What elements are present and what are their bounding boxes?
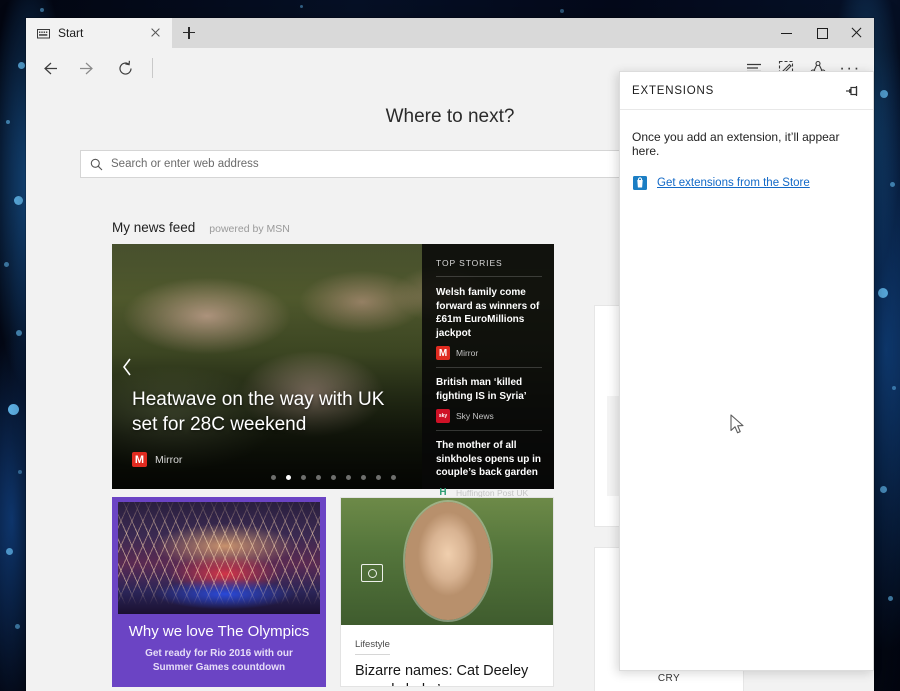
sports-team-abbr: CRY [657,673,681,684]
top-story-source-name: Huffington Post UK [456,487,529,498]
carousel-dot[interactable] [300,475,306,480]
carousel-dot[interactable] [390,475,396,480]
maximize-icon[interactable] [804,18,839,48]
top-story-source-name: Sky News [456,411,494,421]
top-story-title: Welsh family come forward as winners of … [436,287,540,339]
carousel-dot-active[interactable] [285,475,291,480]
close-icon[interactable] [148,25,164,41]
camera-icon [361,564,383,582]
lifestyle-card[interactable]: Lifestyle Bizarre names: Cat Deeley reve… [340,497,554,687]
top-story-source-name: Mirror [456,348,479,358]
new-tab-button[interactable] [172,18,206,48]
window-controls [769,18,874,48]
lifestyle-card-body: Lifestyle Bizarre names: Cat Deeley reve… [355,634,541,686]
top-stories-header: TOP STORIES [436,258,542,277]
get-extensions-from-store-link[interactable]: Get extensions from the Store [657,177,810,189]
minimize-icon[interactable] [769,18,804,48]
close-window-icon[interactable] [839,18,874,48]
lifestyle-card-title: Bizarre names: Cat Deeley reveals baby’s… [355,663,529,686]
top-story-item[interactable]: British man ‘killed fighting IS in Syria… [436,376,542,431]
carousel-dot[interactable] [315,475,321,480]
hero-headline: Heatwave on the way with UK set for 28C … [132,389,385,435]
top-story-title: British man ‘killed fighting IS in Syria… [436,377,527,402]
mirror-badge-icon: M [132,452,147,467]
lifestyle-photo [341,498,553,625]
sky-news-badge-icon: sky [436,409,450,423]
carousel-prev-icon[interactable] [114,347,140,387]
news-feed-attribution: powered by MSN [209,223,290,235]
top-story-item[interactable]: Welsh family come forward as winners of … [436,286,542,368]
back-icon[interactable] [30,51,68,85]
extensions-empty-message: Once you add an extension, it’ll appear … [632,130,840,158]
store-icon [632,175,648,191]
hero-source-name: Mirror [155,453,183,466]
extensions-header: EXTENSIONS [620,72,873,110]
carousel-dot[interactable] [270,475,276,480]
tab-title: Start [58,26,84,40]
search-icon [90,158,103,171]
carousel-dot[interactable] [345,475,351,480]
carousel-dot[interactable] [375,475,381,480]
browser-tab-start[interactable]: Start [26,18,172,48]
mirror-badge-icon: M [436,346,450,360]
refresh-icon[interactable] [106,51,144,85]
lifestyle-category: Lifestyle [355,639,390,655]
forward-icon[interactable] [68,51,106,85]
olympics-card-title: Why we love The Olympics [128,623,310,640]
news-feed-title: My news feed [112,220,196,235]
top-stories-panel: TOP STORIES Welsh family come forward as… [422,244,554,498]
olympics-photo [118,502,320,614]
top-story-source: M Mirror [436,346,542,360]
olympics-card-subtitle: Get ready for Rio 2016 with our Summer G… [145,648,293,673]
tab-strip: Start [26,18,874,48]
top-story-title: The mother of all sinkholes opens up in … [436,440,542,478]
extensions-flyout: EXTENSIONS Once you add an extension, it… [619,71,874,671]
carousel-dot[interactable] [360,475,366,480]
extensions-title: EXTENSIONS [632,84,715,97]
toolbar-divider [152,58,153,78]
store-link-row[interactable]: Get extensions from the Store [620,158,873,191]
news-cards-row: Why we love The Olympics Get ready for R… [112,497,554,687]
olympics-card[interactable]: Why we love The Olympics Get ready for R… [112,497,326,687]
top-story-source: sky Sky News [436,409,542,423]
hero-source: M Mirror [132,452,182,467]
start-page-icon [36,26,51,41]
carousel-dot[interactable] [330,475,336,480]
pin-icon[interactable] [841,80,863,102]
